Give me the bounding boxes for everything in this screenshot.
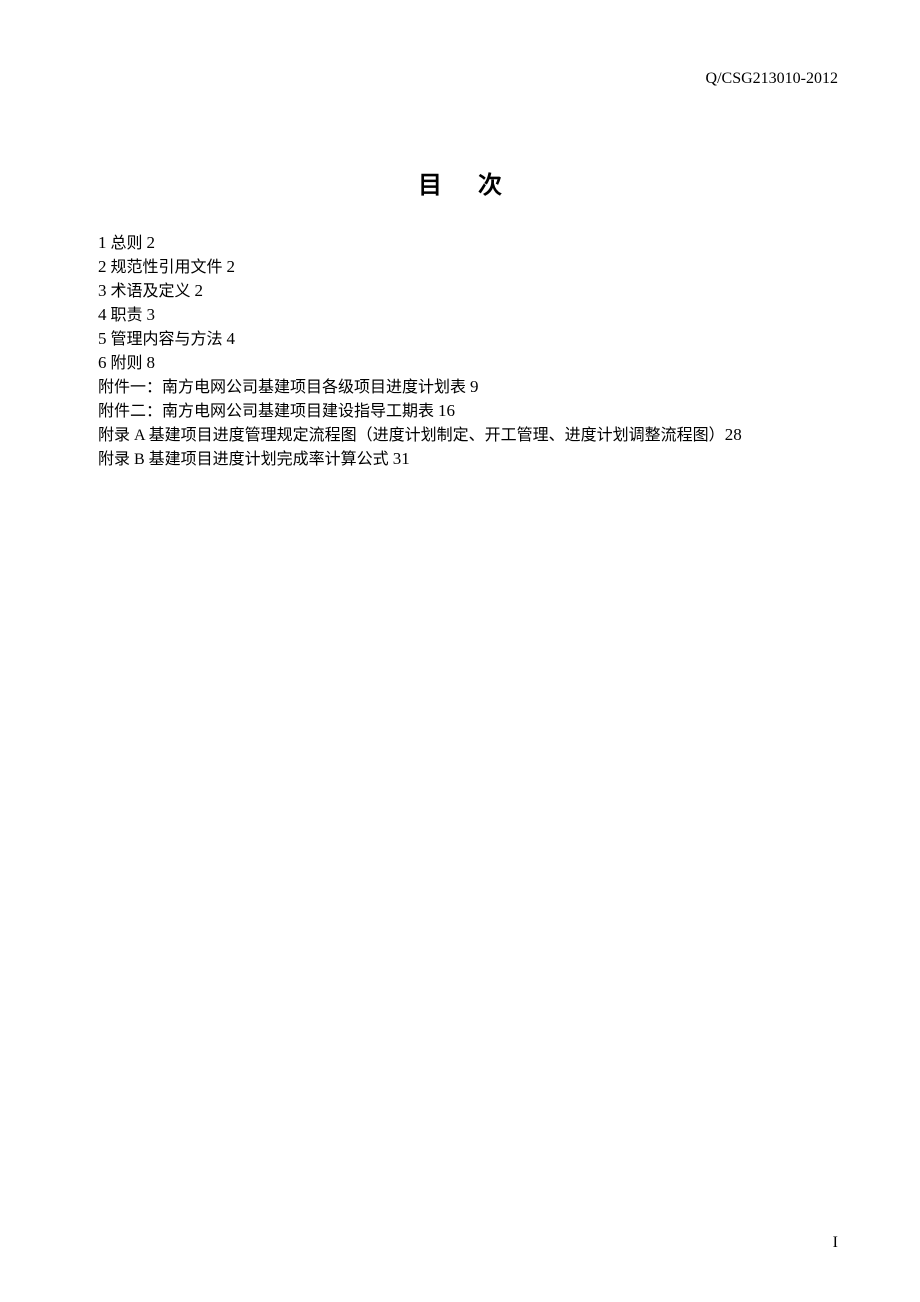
toc-text: 规范性引用文件 — [107, 259, 227, 276]
page-number: I — [833, 1234, 838, 1252]
toc-entry: 3 术语及定义 2 — [98, 280, 838, 303]
toc-page: 16 — [438, 401, 455, 420]
toc-page: 31 — [393, 449, 410, 468]
page-title: 目次 — [0, 165, 920, 200]
toc-page: 28 — [725, 425, 742, 444]
toc-page: 8 — [147, 353, 156, 372]
toc-page: 2 — [227, 257, 236, 276]
document-code: Q/CSG213010-2012 — [706, 70, 838, 88]
toc-text: 管理内容与方法 — [107, 331, 227, 348]
table-of-contents: 1 总则 2 2 规范性引用文件 2 3 术语及定义 2 4 职责 3 5 管理… — [98, 232, 838, 472]
toc-text: 总则 — [107, 235, 147, 252]
toc-text: 术语及定义 — [107, 283, 195, 300]
toc-number: 2 — [98, 257, 107, 276]
toc-text: 职责 — [107, 307, 147, 324]
toc-number: 6 — [98, 353, 107, 372]
toc-text: 附件一：南方电网公司基建项目各级项目进度计划表 — [98, 379, 470, 396]
toc-entry: 附录 A 基建项目进度管理规定流程图（进度计划制定、开工管理、进度计划调整流程图… — [98, 424, 838, 447]
toc-entry: 附件一：南方电网公司基建项目各级项目进度计划表 9 — [98, 376, 838, 399]
toc-entry: 6 附则 8 — [98, 352, 838, 375]
toc-text: 附件二：南方电网公司基建项目建设指导工期表 — [98, 403, 438, 420]
toc-entry: 1 总则 2 — [98, 232, 838, 255]
toc-page: 9 — [470, 377, 479, 396]
toc-entry: 4 职责 3 — [98, 304, 838, 327]
toc-entry: 附件二：南方电网公司基建项目建设指导工期表 16 — [98, 400, 838, 423]
toc-number: 4 — [98, 305, 107, 324]
toc-text: 附则 — [107, 355, 147, 372]
toc-entry: 2 规范性引用文件 2 — [98, 256, 838, 279]
toc-page: 4 — [227, 329, 236, 348]
toc-number: 3 — [98, 281, 107, 300]
toc-entry: 附录 B 基建项目进度计划完成率计算公式 31 — [98, 448, 838, 471]
toc-text: 附录 A 基建项目进度管理规定流程图（进度计划制定、开工管理、进度计划调整流程图… — [98, 427, 725, 444]
toc-number: 5 — [98, 329, 107, 348]
toc-text: 附录 B 基建项目进度计划完成率计算公式 — [98, 451, 393, 468]
toc-entry: 5 管理内容与方法 4 — [98, 328, 838, 351]
toc-page: 2 — [147, 233, 156, 252]
toc-page: 2 — [195, 281, 204, 300]
toc-number: 1 — [98, 233, 107, 252]
toc-page: 3 — [147, 305, 156, 324]
